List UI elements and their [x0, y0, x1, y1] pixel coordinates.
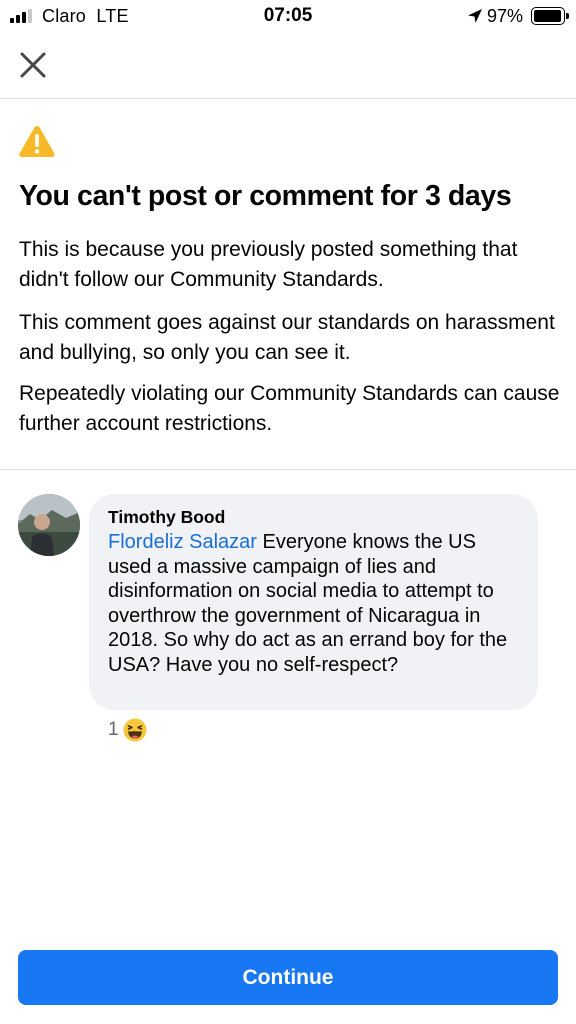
close-icon — [20, 52, 46, 78]
battery-fill — [534, 10, 562, 22]
avatar[interactable] — [18, 494, 80, 556]
haha-emoji-icon — [123, 718, 147, 742]
comment-author[interactable]: Timothy Bood — [108, 506, 524, 528]
violation-paragraph: This comment goes against our standards … — [19, 311, 555, 364]
battery-icon — [531, 7, 569, 25]
reaction-count: 1 — [108, 719, 119, 740]
reaction-summary[interactable]: 1 — [108, 718, 147, 742]
comment-bubble[interactable]: Timothy Bood Flordeliz Salazar Everyone … — [89, 494, 538, 710]
header-divider — [0, 98, 576, 99]
warning-icon — [19, 126, 55, 157]
status-bar: Claro LTE 07:05 97% — [0, 0, 576, 34]
content-divider — [0, 469, 576, 470]
comment-mention[interactable]: Flordeliz Salazar — [108, 531, 257, 553]
restriction-title: You can't post or comment for 3 days — [19, 180, 512, 212]
reason-paragraph: This is because you previously posted so… — [19, 238, 518, 291]
close-button[interactable] — [16, 48, 50, 82]
warning-paragraph: Repeatedly violating our Community Stand… — [19, 382, 560, 435]
battery-percent: 97% — [487, 6, 524, 26]
location-arrow-icon — [468, 9, 482, 23]
continue-button[interactable]: Continue — [18, 950, 558, 1005]
avatar-photo — [18, 494, 80, 556]
comment-text: Flordeliz Salazar Everyone knows the US … — [108, 530, 524, 677]
